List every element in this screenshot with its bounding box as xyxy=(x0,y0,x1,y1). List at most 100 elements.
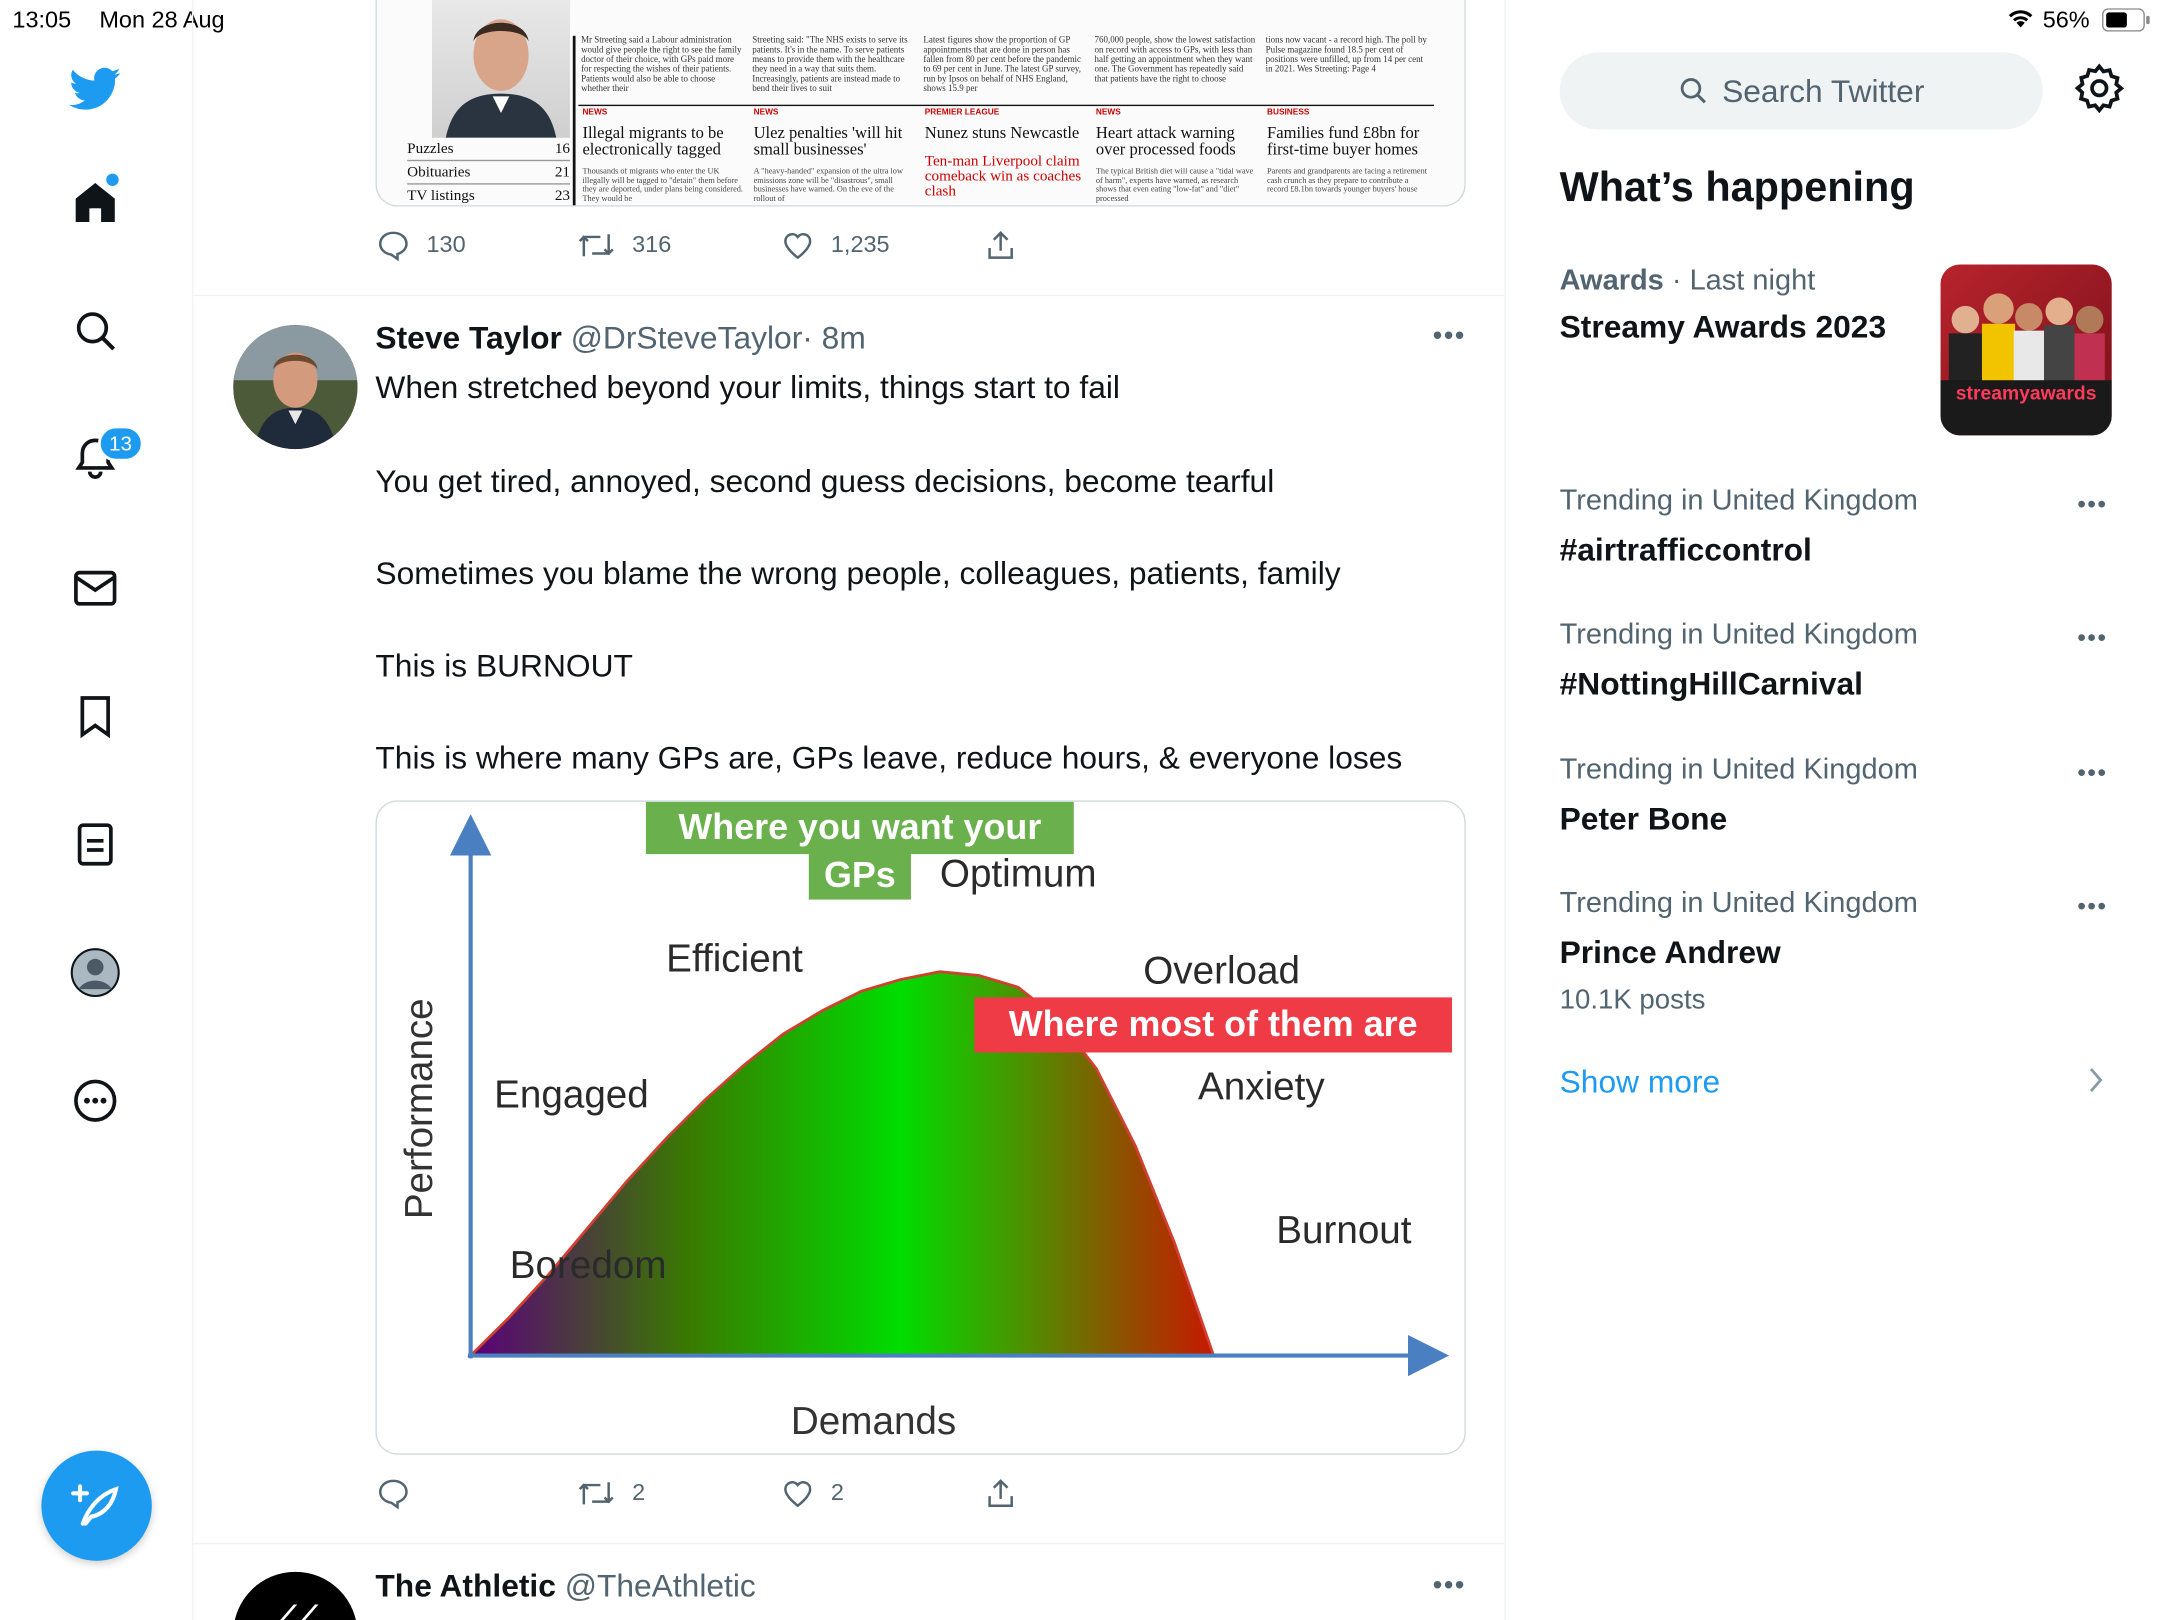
chart-annotation-efficient: Efficient xyxy=(666,938,803,981)
steve-taylor-avatar[interactable] xyxy=(233,325,358,450)
chart-annotation-optimum: Optimum xyxy=(940,852,1097,895)
tweet-more-button[interactable]: ••• xyxy=(1433,321,1466,353)
author-name[interactable]: The Athletic xyxy=(375,1568,556,1604)
trend-more-button[interactable]: ••• xyxy=(2077,490,2107,519)
story-text: The typical British diet will cause a "t… xyxy=(1095,168,1254,204)
newspaper-rule xyxy=(572,35,576,206)
newspaper-index: Puzzles 16 Obituaries 21 TV listings 23 xyxy=(407,138,571,206)
featured-title[interactable]: Streamy Awards 2023 xyxy=(1560,309,1886,346)
whats-happening-heading: What’s happening xyxy=(1559,165,1915,211)
tweet2-chart-image[interactable]: Boredom Engaged Efficient Optimum Overload An… xyxy=(375,800,1466,1455)
trend-title: #airtrafficcontrol xyxy=(1559,531,1812,568)
screen: 13:05 Mon 28 Aug ••• 56% 13 xyxy=(0,0,2160,1620)
share-button[interactable] xyxy=(984,1477,1017,1510)
status-date: Mon 28 Aug xyxy=(99,6,225,34)
wifi-icon xyxy=(2007,8,2035,36)
index-label: Puzzles xyxy=(407,140,454,158)
chart-y-label: Performance xyxy=(397,998,441,1220)
story-text: A "heavy-handed" expansion of the ultra … xyxy=(753,168,903,204)
author-handle[interactable]: @TheAthletic xyxy=(565,1568,756,1604)
author-name[interactable]: Steve Taylor xyxy=(375,320,561,356)
reply-count: 130 xyxy=(426,231,466,258)
athletic-logo-icon: ⟋⟋ xyxy=(274,1599,318,1620)
show-more-link[interactable]: Show more xyxy=(1560,1064,1721,1101)
battery-percent: 56% xyxy=(2042,6,2090,34)
trend-item[interactable]: Trending in United Kingdom Peter Bone xyxy=(1560,754,1918,838)
trend-more-button[interactable]: ••• xyxy=(2077,893,2107,922)
retweet-count: 2 xyxy=(632,1479,646,1506)
story-kicker: NEWS xyxy=(1095,108,1121,118)
story-text: Parents and grandparents are facing a re… xyxy=(1267,168,1428,195)
profile-avatar-icon[interactable] xyxy=(68,945,123,1000)
messages-mail-icon[interactable] xyxy=(68,561,123,616)
retweet-count: 316 xyxy=(632,231,672,258)
newspaper-column: Latest figures show the proportion of GP… xyxy=(923,35,1082,94)
bookmark-icon[interactable] xyxy=(68,689,123,744)
retweet-icon xyxy=(578,1482,614,1505)
featured-category: Awards xyxy=(1559,264,1664,297)
streamy-awards-thumbnail[interactable]: streamyawards xyxy=(1940,264,2112,436)
story-kicker: BUSINESS xyxy=(1267,108,1310,118)
lists-icon[interactable] xyxy=(68,817,123,872)
tweet-text-line: When stretched beyond your limits, thing… xyxy=(375,369,1120,406)
chart-annotation-anxiety: Anxiety xyxy=(1198,1066,1325,1109)
like-button[interactable]: 1,235 xyxy=(781,229,890,262)
share-button[interactable] xyxy=(984,229,1017,262)
author-handle[interactable]: @DrSteveTaylor xyxy=(571,320,803,356)
chart-annotation-overload: Overload xyxy=(1143,949,1300,992)
newspaper-rule xyxy=(578,104,1435,107)
search-box[interactable]: Search Twitter xyxy=(1559,52,2043,130)
search-icon[interactable] xyxy=(68,303,123,358)
trend-more-button[interactable]: ••• xyxy=(2077,759,2107,788)
notifications-badge: 13 xyxy=(97,425,144,462)
search-icon xyxy=(1680,78,1706,104)
reply-icon xyxy=(379,231,408,262)
reply-button[interactable] xyxy=(377,1477,427,1510)
tweet1-newspaper-image[interactable]: Puzzles 16 Obituaries 21 TV listings 23 Mr … xyxy=(375,0,1466,207)
retweet-button[interactable]: 2 xyxy=(577,1477,645,1510)
callout-where-most-are: Where most of them are xyxy=(974,997,1452,1053)
tweet3-header: The Athletic @TheAthletic xyxy=(375,1568,755,1605)
search-input[interactable]: Search Twitter xyxy=(1722,72,1924,109)
home-unread-dot xyxy=(106,173,119,186)
more-options-icon[interactable] xyxy=(68,1073,123,1128)
the-athletic-avatar[interactable]: ⟋⟋ xyxy=(233,1571,358,1620)
like-count: 1,235 xyxy=(830,231,890,258)
tweet-more-button[interactable]: ••• xyxy=(1433,1570,1466,1602)
story-subhead: Ten-man Liverpool claim comeback win as … xyxy=(924,152,1082,200)
battery-icon xyxy=(2102,8,2152,38)
index-page: 16 xyxy=(554,140,571,158)
tweet-text-line: You get tired, annoyed, second guess dec… xyxy=(375,462,1275,499)
index-label: TV listings xyxy=(407,187,475,204)
trend-context: Trending in United Kingdom xyxy=(1559,484,1918,517)
trend-item[interactable]: Trending in United Kingdom #airtrafficco… xyxy=(1560,485,1918,569)
trend-posts: 10.1K posts xyxy=(1559,984,1706,1016)
trend-context: Trending in United Kingdom xyxy=(1559,887,1918,919)
like-count: 2 xyxy=(830,1479,844,1506)
share-icon xyxy=(988,231,1013,259)
like-button[interactable]: 2 xyxy=(781,1477,844,1510)
newspaper-photo xyxy=(432,0,571,138)
story-kicker: NEWS xyxy=(753,108,779,118)
twitter-logo-icon[interactable] xyxy=(68,62,123,117)
story-headline: Nunez stuns Newcastle xyxy=(924,122,1080,142)
tweet-text-line: This is where many GPs are, GPs leave, r… xyxy=(375,739,1403,776)
trend-item[interactable]: Trending in United Kingdom Prince Andrew… xyxy=(1560,887,1918,1016)
trend-item[interactable]: Trending in United Kingdom #NottingHillC… xyxy=(1560,619,1918,703)
share-icon xyxy=(988,1479,1013,1507)
index-label: Obituaries xyxy=(407,163,471,181)
retweet-button[interactable]: 316 xyxy=(577,229,671,262)
newspaper-column: tions now vacant - a record high. The po… xyxy=(1265,35,1427,75)
trend-more-button[interactable]: ••• xyxy=(2077,624,2107,653)
tweet-time[interactable]: · 8m xyxy=(802,320,865,356)
reply-button[interactable]: 130 xyxy=(377,229,466,262)
featured-meta[interactable]: Awards · Last night xyxy=(1560,264,1816,297)
story-kicker: NEWS xyxy=(582,108,608,118)
index-page: 21 xyxy=(554,163,571,181)
settings-gear-icon[interactable] xyxy=(2074,63,2125,119)
compose-tweet-button[interactable] xyxy=(41,1450,152,1561)
trend-context: Trending in United Kingdom xyxy=(1559,618,1918,651)
trend-title: Prince Andrew xyxy=(1559,934,1781,970)
newspaper-column: Mr Streeting said a Labour administratio… xyxy=(581,35,742,94)
chart-annotation-engaged: Engaged xyxy=(494,1073,649,1116)
